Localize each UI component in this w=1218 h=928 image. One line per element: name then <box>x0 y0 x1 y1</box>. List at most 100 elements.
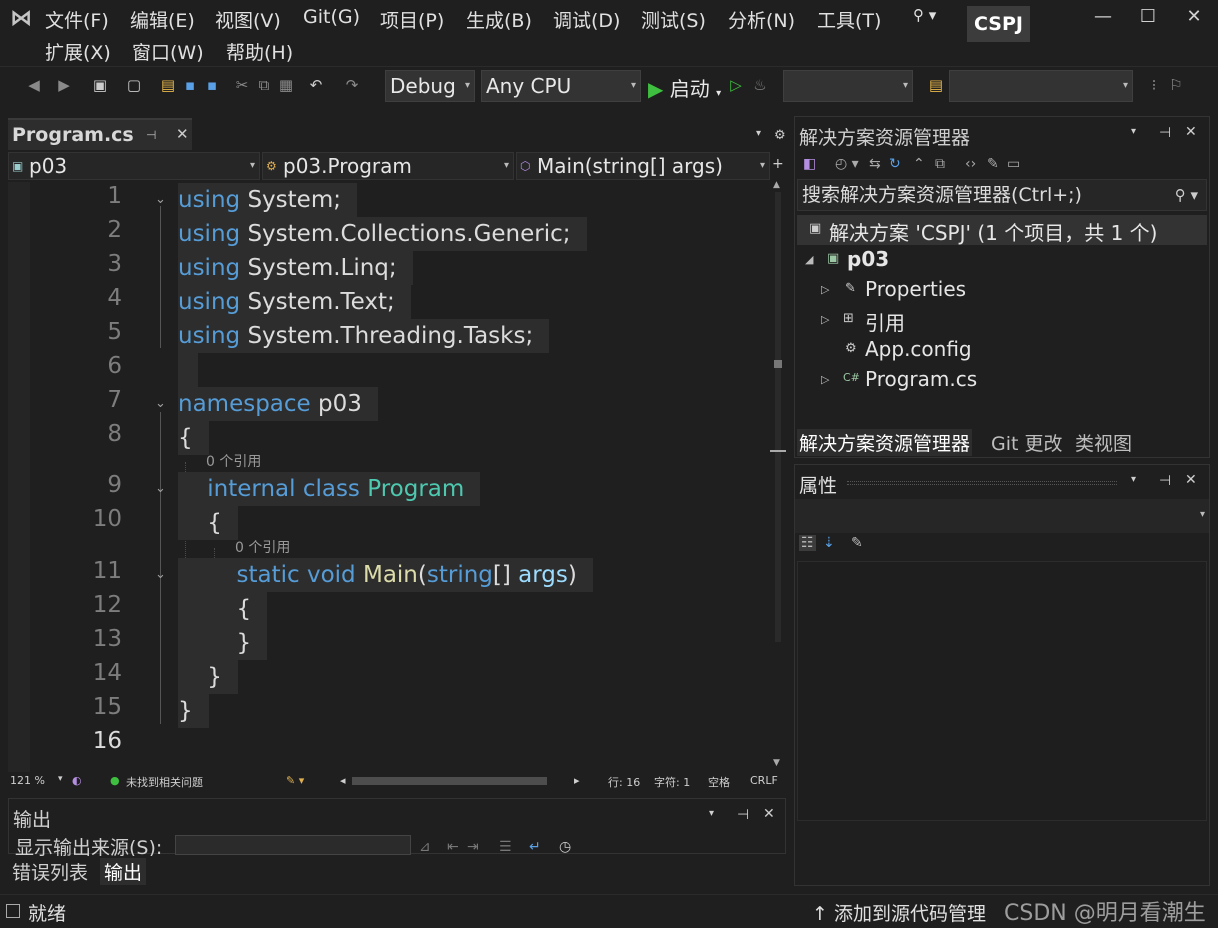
scroll-down-icon[interactable]: ▼ <box>773 758 780 768</box>
brush-icon[interactable]: ✎ ▾ <box>286 774 304 787</box>
scroll-left-icon[interactable]: ◂ <box>340 774 346 787</box>
pin-icon[interactable]: ⊣ <box>1159 473 1171 489</box>
menu-analyze[interactable]: 分析(N) <box>728 6 795 33</box>
code-view-icon[interactable]: ‹› <box>965 156 976 172</box>
categorized-icon[interactable]: ☷ <box>799 535 816 551</box>
char-indicator[interactable]: 字符: 1 <box>654 774 690 790</box>
minimize-icon[interactable]: — <box>1083 6 1123 30</box>
start-without-debugging-icon[interactable]: ▷ <box>726 75 746 95</box>
search-icon[interactable]: ⚲ ▾ <box>1175 180 1198 210</box>
chevron-down-icon[interactable]: ▾ <box>709 808 714 819</box>
menu-help[interactable]: 帮助(H) <box>226 38 293 65</box>
solution-platform-dropdown[interactable]: Any CPU ▾ <box>481 70 641 102</box>
collapsed-triangle-icon[interactable]: ▷ <box>821 373 829 386</box>
show-all-files-icon[interactable]: ⧉ <box>935 156 945 172</box>
properties-wrench-icon[interactable]: ✎ <box>987 156 999 172</box>
member-dropdown[interactable]: ⬡ Main(string[] args) ▾ <box>516 152 770 180</box>
editor-vertical-scrollbar[interactable]: ▲ ▼ <box>770 180 786 772</box>
menu-test[interactable]: 测试(S) <box>641 6 706 33</box>
line-ending-indicator[interactable]: CRLF <box>750 774 778 787</box>
tree-item-program-cs[interactable]: Program.cs <box>865 367 977 391</box>
zoom-level[interactable]: 121 % <box>10 774 45 787</box>
menu-project[interactable]: 项目(P) <box>380 6 444 33</box>
expanded-triangle-icon[interactable]: ◢ <box>805 253 813 266</box>
tab-git-changes[interactable]: Git 更改 <box>991 429 1063 456</box>
settings-gear-icon[interactable]: ⚙ <box>774 128 786 143</box>
pin-icon[interactable]: ⊣ <box>737 807 749 823</box>
menu-tools[interactable]: 工具(T) <box>817 6 881 33</box>
horizontal-scroll-thumb[interactable] <box>352 777 547 785</box>
tab-solution-explorer[interactable]: 解决方案资源管理器 <box>797 429 973 456</box>
history-icon[interactable]: ◴ ▾ <box>835 156 859 172</box>
close-icon[interactable]: ✕ <box>1174 6 1214 30</box>
undo-icon[interactable]: ↶ <box>306 75 326 95</box>
ai-assist-icon[interactable]: ◐ <box>72 774 82 787</box>
next-message-icon[interactable]: ⇥ <box>467 839 479 855</box>
menu-debug[interactable]: 调试(D) <box>553 6 620 33</box>
feedback-icon[interactable]: ⚐ <box>1166 75 1186 95</box>
close-icon[interactable]: ✕ <box>1185 124 1197 140</box>
maximize-icon[interactable]: ☐ <box>1128 6 1168 30</box>
tab-list-chevron-icon[interactable]: ▾ <box>756 128 761 139</box>
prev-message-icon[interactable]: ⇤ <box>447 839 459 855</box>
collapse-chevron-icon[interactable]: ⌄ <box>155 481 166 496</box>
solution-search-input[interactable]: 搜索解决方案资源管理器(Ctrl+;) ⚲ ▾ <box>797 179 1207 211</box>
chevron-down-icon[interactable]: ▾ <box>58 774 63 784</box>
whitespace-indicator[interactable]: 空格 <box>708 774 730 790</box>
object-selector-dropdown[interactable]: ▾ <box>795 499 1209 533</box>
cut-icon[interactable]: ✂ <box>232 75 252 95</box>
alphabetical-icon[interactable]: ⇣ <box>823 535 835 551</box>
code-editor[interactable]: 1 ⌄ using System; 2 using System.Collect… <box>8 182 770 772</box>
toolbar-options-icon[interactable]: ⁝ <box>1144 75 1164 95</box>
hot-reload-icon[interactable]: ♨ <box>750 75 770 95</box>
navigate-forward-icon[interactable]: ▶ <box>54 75 74 95</box>
menu-git[interactable]: Git(G) <box>303 6 360 28</box>
collapsed-triangle-icon[interactable]: ▷ <box>821 313 829 326</box>
save-icon[interactable]: ▪ <box>180 75 200 95</box>
collapse-chevron-icon[interactable]: ⌄ <box>155 192 166 207</box>
paste-icon[interactable]: ▦ <box>276 75 296 95</box>
tree-item-properties[interactable]: Properties <box>865 277 966 301</box>
navigate-back-icon[interactable]: ◀ <box>24 75 44 95</box>
collapsed-triangle-icon[interactable]: ▷ <box>821 283 829 296</box>
tab-class-view[interactable]: 类视图 <box>1075 429 1132 456</box>
menu-window[interactable]: 窗口(W) <box>132 38 204 65</box>
issues-status[interactable]: 未找到相关问题 <box>126 774 203 790</box>
search-icon[interactable]: ⚲ ▾ <box>913 6 936 24</box>
collapse-chevron-icon[interactable]: ⌄ <box>155 396 166 411</box>
clear-all-icon[interactable]: ☰ <box>499 839 512 855</box>
menu-build[interactable]: 生成(B) <box>466 6 532 33</box>
property-pages-icon[interactable]: ✎ <box>851 535 863 551</box>
property-grid[interactable] <box>797 561 1207 821</box>
tab-error-list[interactable]: 错误列表 <box>12 858 88 885</box>
split-window-icon[interactable]: + <box>772 156 784 172</box>
save-all-icon[interactable]: ▪ <box>202 75 222 95</box>
scroll-up-icon[interactable]: ▲ <box>773 180 780 190</box>
open-folder-icon[interactable]: ▤ <box>158 75 178 95</box>
redo-icon[interactable]: ↷ <box>342 75 362 95</box>
tree-item-project[interactable]: p03 <box>847 247 889 271</box>
line-indicator[interactable]: 行: 16 <box>608 774 640 790</box>
type-dropdown[interactable]: ⚙ p03.Program ▾ <box>262 152 514 180</box>
add-to-source-control-button[interactable]: ↑ 添加到源代码管理 <box>812 899 986 926</box>
new-project-icon[interactable]: ▣ <box>90 75 110 95</box>
pin-icon[interactable]: ⊣ <box>1159 125 1171 141</box>
chevron-down-icon[interactable]: ▾ <box>1131 126 1136 137</box>
project-dropdown[interactable]: ▣ p03 ▾ <box>8 152 260 180</box>
tree-item-references[interactable]: 引用 <box>865 307 905 336</box>
collapse-chevron-icon[interactable]: ⌄ <box>155 567 166 582</box>
find-combo-box[interactable]: ▾ <box>949 70 1133 102</box>
close-icon[interactable]: ✕ <box>763 806 775 822</box>
vs-icon[interactable]: ◧ <box>803 156 816 172</box>
menu-edit[interactable]: 编辑(E) <box>130 6 195 33</box>
refresh-icon[interactable]: ↻ <box>889 156 901 172</box>
solution-configuration-dropdown[interactable]: Debug ▾ <box>385 70 475 102</box>
project-name-badge[interactable]: CSPJ <box>967 6 1030 42</box>
preview-icon[interactable]: ▭ <box>1007 156 1020 172</box>
word-wrap-icon[interactable]: ↵ <box>529 839 541 855</box>
clock-icon[interactable]: ◷ <box>559 839 571 855</box>
codelens-references[interactable]: 0 个引用 <box>235 537 290 557</box>
find-message-icon[interactable]: ⊿ <box>419 839 431 855</box>
tree-item-app-config[interactable]: App.config <box>865 337 972 361</box>
tab-program-cs[interactable]: Program.cs ⊣ ✕ <box>8 118 192 150</box>
